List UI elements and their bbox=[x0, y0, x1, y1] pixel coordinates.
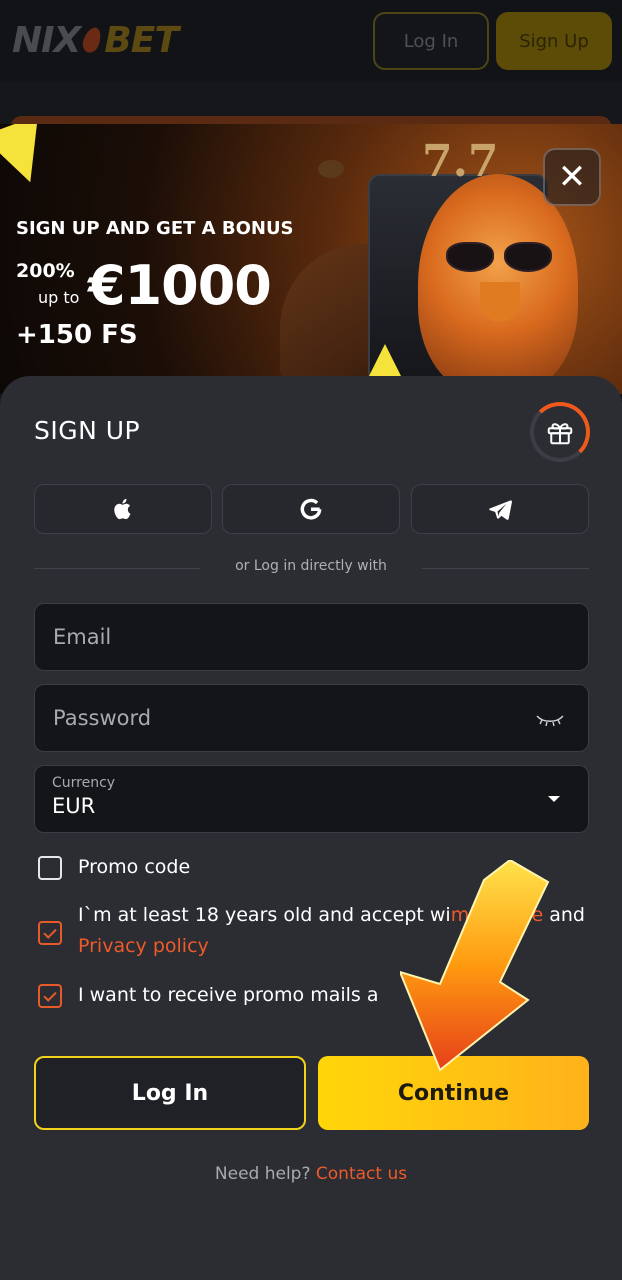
apple-icon bbox=[114, 498, 131, 520]
beak-illustration bbox=[480, 282, 520, 322]
sunglasses-illustration bbox=[446, 242, 556, 276]
promo-code-checkbox[interactable] bbox=[38, 856, 62, 880]
age-terms-checkbox[interactable] bbox=[38, 921, 62, 945]
banner-amount: €1000 bbox=[88, 254, 272, 317]
help-row: Need help? Contact us bbox=[0, 1164, 622, 1184]
banner-percent: 200% bbox=[16, 260, 75, 282]
telegram-signin-button[interactable] bbox=[411, 484, 589, 534]
password-field[interactable] bbox=[34, 684, 589, 752]
age-terms-and: and bbox=[543, 904, 585, 926]
password-input[interactable] bbox=[35, 685, 588, 751]
apple-signin-button[interactable] bbox=[34, 484, 212, 534]
currency-value: EUR bbox=[52, 794, 96, 818]
age-terms-text-start: I`m at least 18 years old and accept wi bbox=[78, 904, 451, 926]
gift-button[interactable] bbox=[530, 402, 590, 462]
lightning-icon bbox=[0, 124, 59, 193]
age-terms-text: I`m at least 18 years old and accept wim… bbox=[78, 900, 598, 962]
age-terms-row: I`m at least 18 years old and accept wim… bbox=[38, 900, 598, 962]
nixbet-logo: NIX BET bbox=[12, 18, 179, 62]
email-field[interactable] bbox=[34, 603, 589, 671]
google-signin-button[interactable] bbox=[222, 484, 400, 534]
google-icon bbox=[300, 498, 322, 520]
help-text: Need help? bbox=[214, 1164, 311, 1184]
header-login-button[interactable]: Log In bbox=[373, 12, 489, 70]
logo-text-bet: BET bbox=[104, 19, 179, 61]
continue-button[interactable]: Continue bbox=[318, 1056, 589, 1130]
login-button[interactable]: Log In bbox=[34, 1056, 306, 1130]
top-bar: NIX BET Log In Sign Up bbox=[0, 0, 622, 82]
signup-sheet: SIGN UP or Log in directly with Email Cu… bbox=[0, 376, 622, 1280]
currency-label: Currency bbox=[52, 775, 116, 791]
currency-select[interactable]: Currency EUR bbox=[34, 765, 589, 833]
logo-text-nix: NIX bbox=[12, 19, 81, 61]
promo-mails-checkbox[interactable] bbox=[38, 984, 62, 1008]
flame-icon bbox=[80, 25, 105, 55]
email-input[interactable] bbox=[35, 604, 588, 670]
promo-code-row: Promo code bbox=[38, 852, 598, 883]
chevron-down-icon bbox=[548, 796, 560, 802]
telegram-icon bbox=[489, 500, 512, 520]
banner-free-spins: +150 FS bbox=[16, 320, 138, 350]
contact-us-link[interactable]: Contact us bbox=[316, 1164, 407, 1184]
gift-icon bbox=[547, 423, 573, 445]
bonus-banner: 7.7 SIGN UP AND GET A BONUS 200% up to €… bbox=[0, 124, 622, 394]
banner-up-to: up to bbox=[38, 288, 80, 307]
promo-code-label: Promo code bbox=[78, 856, 191, 878]
divider-text: or Log in directly with bbox=[200, 558, 422, 574]
header-signup-button[interactable]: Sign Up bbox=[496, 12, 612, 70]
coin-illustration bbox=[318, 160, 344, 178]
banner-headline: SIGN UP AND GET A BONUS bbox=[16, 218, 294, 239]
close-icon: ✕ bbox=[557, 157, 587, 197]
signup-title: SIGN UP bbox=[34, 416, 141, 445]
terms-of-use-link[interactable]: ms of use bbox=[451, 904, 543, 926]
eye-closed-icon[interactable] bbox=[534, 711, 566, 727]
close-button[interactable]: ✕ bbox=[543, 148, 601, 206]
privacy-policy-link[interactable]: Privacy policy bbox=[78, 935, 209, 957]
promo-mails-row: I want to receive promo mails a bbox=[38, 980, 598, 1011]
promo-mails-label: I want to receive promo mails a bbox=[78, 984, 379, 1006]
